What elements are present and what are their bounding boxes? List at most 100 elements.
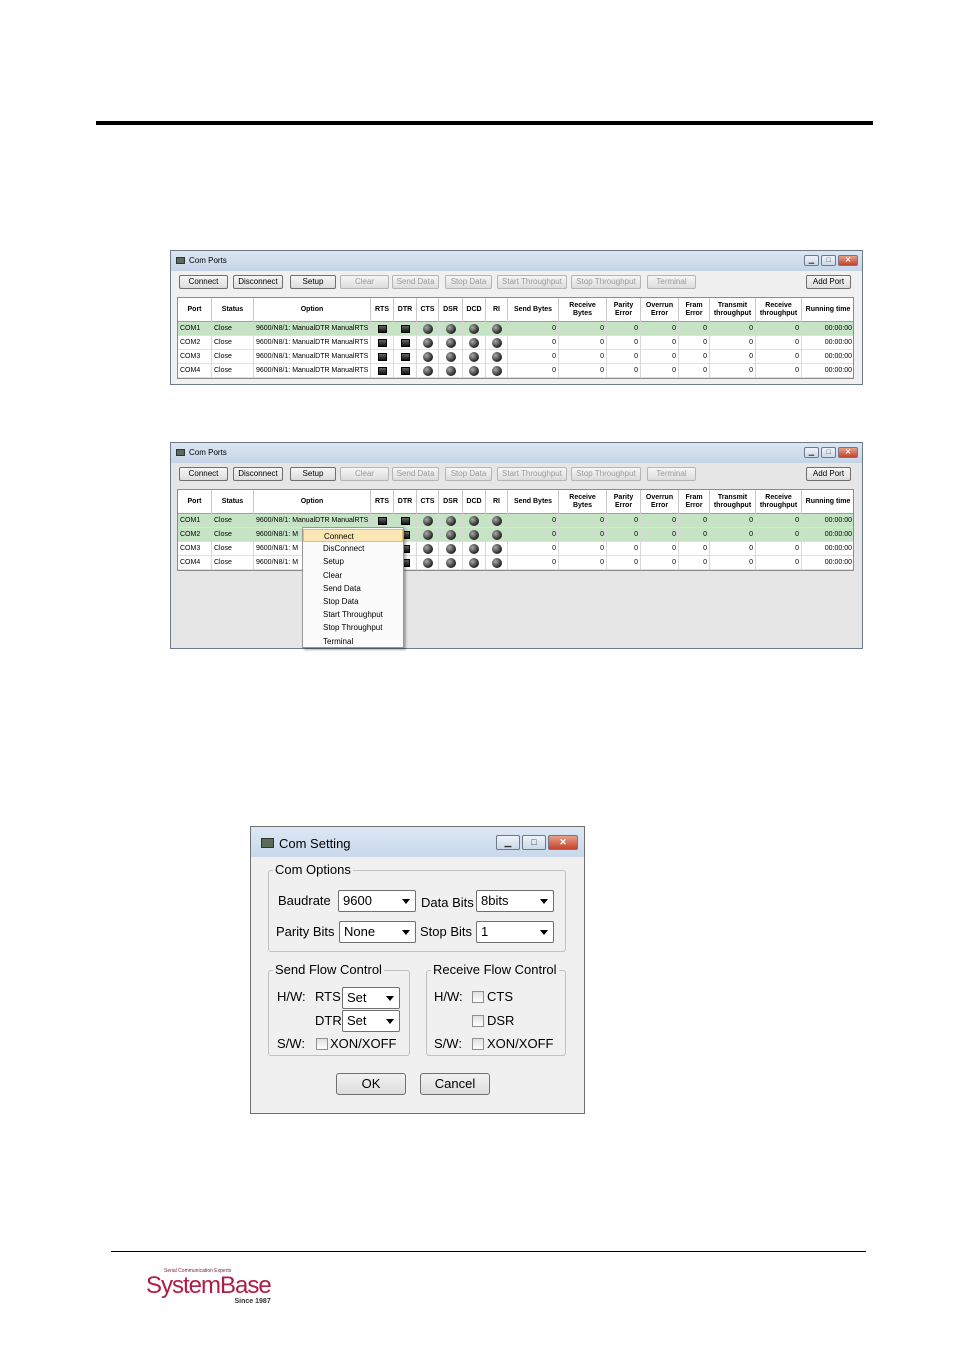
dtr-value: Set — [347, 1013, 367, 1028]
cts-led-icon — [422, 352, 433, 362]
toolbar-connect-button[interactable]: Connect — [179, 275, 228, 289]
column-header: Option — [254, 298, 371, 322]
cell-time: 00:00:00 — [802, 364, 853, 378]
cell-tx: 0 — [710, 528, 756, 542]
toolbar-stop-data-button[interactable]: Stop Data — [445, 467, 492, 481]
toolbar-setup-button[interactable]: Setup — [290, 275, 336, 289]
cell-rx: 0 — [756, 350, 802, 364]
table-row[interactable]: COM1 Close 9600/N8/1: ManualDTR ManualRTS 0… — [178, 514, 853, 528]
cell-dsr — [439, 514, 463, 528]
toolbar-clear-button[interactable]: Clear — [340, 467, 389, 481]
send-hw-label: H/W: — [277, 989, 306, 1004]
cell-recv: 0 — [559, 364, 607, 378]
close-button[interactable]: ✕ — [838, 447, 858, 458]
menu-item-stop-throughput[interactable]: Stop Throughput — [303, 621, 403, 634]
toolbar-send-data-button[interactable]: Send Data — [392, 275, 439, 289]
cell-port: COM1 — [178, 322, 212, 336]
menu-item-stop-data[interactable]: Stop Data — [303, 595, 403, 608]
cell-dtr — [394, 322, 417, 336]
toolbar-setup-button[interactable]: Setup — [290, 467, 336, 481]
stopbits-select[interactable]: 1 — [476, 921, 554, 943]
dcd-led-icon — [469, 516, 479, 526]
toolbar-send-data-button[interactable]: Send Data — [392, 467, 439, 481]
dsr-checkbox[interactable] — [472, 1015, 484, 1027]
dialog-title: Com Setting — [279, 836, 351, 851]
toolbar-clear-button[interactable]: Clear — [340, 275, 389, 289]
toolbar-stop-throughput-button[interactable]: Stop Throughput — [571, 275, 641, 289]
cts-led-icon — [422, 558, 433, 568]
cell-ri — [486, 364, 508, 378]
toolbar-disconnect-button[interactable]: Disconnect — [233, 467, 283, 481]
table-row[interactable]: COM3 Close 9600/N8/1: ManualDTR ManualRTS 0… — [178, 350, 853, 364]
maximize-button[interactable]: □ — [821, 447, 836, 458]
cell-tx: 0 — [710, 542, 756, 556]
menu-item-setup[interactable]: Setup — [303, 555, 403, 568]
column-header: RI — [486, 298, 508, 322]
cell-rx: 0 — [756, 322, 802, 336]
dcd-led-icon — [469, 544, 479, 554]
dtr-select[interactable]: Set — [342, 1010, 400, 1032]
column-header: DTR — [394, 298, 417, 322]
cell-rts — [371, 364, 394, 378]
add-port-button[interactable]: Add Port — [806, 275, 851, 289]
app-icon — [261, 838, 274, 848]
maximize-button[interactable]: □ — [821, 255, 836, 266]
cancel-button[interactable]: Cancel — [420, 1073, 490, 1095]
table-row[interactable]: COM3 Close 9600/N8/1: M 0 0 0 0 0 0 0 00:00:00 — [178, 542, 853, 556]
menu-item-connect[interactable]: Connect — [303, 529, 403, 543]
table-row[interactable]: COM2 Close 9600/N8/1: M 0 0 0 0 0 0 0 00:00:00 — [178, 528, 853, 542]
toolbar-connect-button[interactable]: Connect — [179, 467, 228, 481]
toolbar-disconnect-button[interactable]: Disconnect — [233, 275, 283, 289]
send-xon-checkbox[interactable] — [316, 1038, 328, 1050]
toolbar-stop-data-button[interactable]: Stop Data — [445, 275, 492, 289]
cell-option: 9600/N8/1: ManualDTR ManualRTS — [254, 336, 371, 350]
table-row[interactable]: COM4 Close 9600/N8/1: ManualDTR ManualRTS 0… — [178, 364, 853, 378]
cell-dcd — [463, 322, 486, 336]
table-row[interactable]: COM4 Close 9600/N8/1: M 0 0 0 0 0 0 0 00:00:00 — [178, 556, 853, 570]
toolbar-start-throughput-button[interactable]: Start Throughput — [497, 275, 567, 289]
menu-item-start-throughput[interactable]: Start Throughput — [303, 608, 403, 621]
minimize-button[interactable]: ▁ — [804, 255, 819, 266]
close-button[interactable]: ✕ — [838, 255, 858, 266]
toolbar-terminal-button[interactable]: Terminal — [647, 467, 696, 481]
cell-dtr — [394, 336, 417, 350]
cell-time: 00:00:00 — [802, 350, 853, 364]
cts-checkbox[interactable] — [472, 991, 484, 1003]
recv-xon-checkbox[interactable] — [472, 1038, 484, 1050]
close-button[interactable]: ✕ — [548, 835, 578, 850]
maximize-button[interactable]: □ — [522, 835, 546, 850]
grid-header: Port Status Option RTS DTR CTS DSR DCD RI Send By… — [178, 298, 853, 322]
cell-fram: 0 — [679, 350, 710, 364]
cell-time: 00:00:00 — [802, 556, 853, 570]
cell-dsr — [439, 528, 463, 542]
dsr-led-icon — [445, 324, 456, 334]
toolbar-stop-throughput-button[interactable]: Stop Throughput — [571, 467, 641, 481]
parity-select[interactable]: None — [339, 921, 416, 943]
ok-button[interactable]: OK — [336, 1073, 406, 1095]
cell-ri — [486, 350, 508, 364]
com-setting-dialog: Com Setting ▁ □ ✕ Com Options Baudrate 9… — [250, 826, 585, 1114]
column-header: DSR — [439, 298, 463, 322]
table-row[interactable]: COM1 Close 9600/N8/1: ManualDTR ManualRTS 0… — [178, 322, 853, 336]
menu-item-disconnect[interactable]: DisConnect — [303, 542, 403, 555]
menu-item-terminal[interactable]: Terminal — [303, 635, 403, 648]
toolbar-terminal-button[interactable]: Terminal — [647, 275, 696, 289]
menu-item-send-data[interactable]: Send Data — [303, 582, 403, 595]
minimize-button[interactable]: ▁ — [496, 835, 520, 850]
menu-item-clear[interactable]: Clear — [303, 569, 403, 582]
rts-select[interactable]: Set — [342, 987, 400, 1009]
column-header: Send Bytes — [508, 490, 559, 514]
add-port-button[interactable]: Add Port — [806, 467, 851, 481]
databits-select[interactable]: 8bits — [476, 890, 554, 912]
ri-led-icon — [491, 530, 502, 540]
ri-led-icon — [491, 352, 502, 362]
table-row[interactable]: COM2 Close 9600/N8/1: ManualDTR ManualRTS 0… — [178, 336, 853, 350]
baudrate-select[interactable]: 9600 — [338, 890, 416, 912]
ports-grid: Port Status Option RTS DTR CTS DSR DCD RI Send By… — [177, 489, 854, 571]
stopbits-label: Stop Bits — [420, 924, 473, 939]
cell-recv: 0 — [559, 336, 607, 350]
dsr-label: DSR — [487, 1013, 515, 1028]
toolbar-start-throughput-button[interactable]: Start Throughput — [497, 467, 567, 481]
cell-tx: 0 — [710, 514, 756, 528]
minimize-button[interactable]: ▁ — [804, 447, 819, 458]
